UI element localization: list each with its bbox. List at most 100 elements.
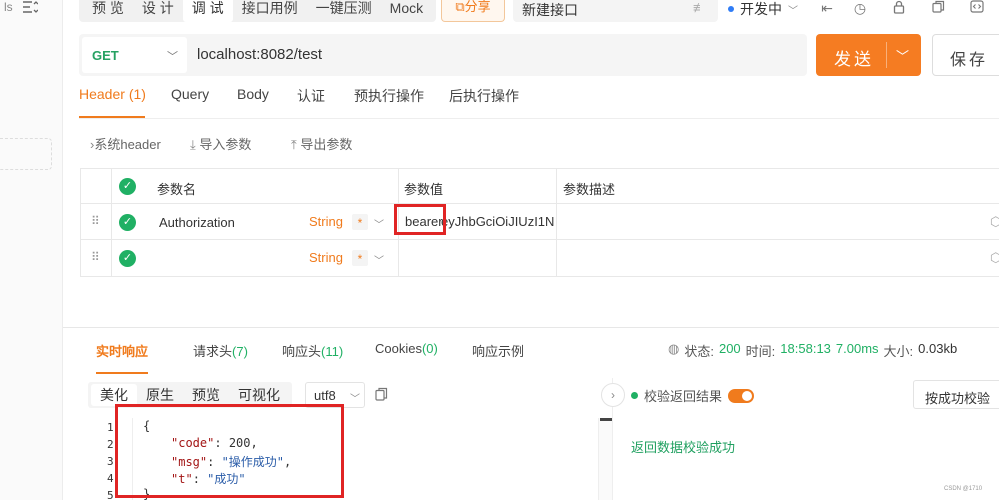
highlight-box <box>394 204 446 235</box>
view-raw[interactable]: 原生 <box>137 384 183 406</box>
tab-header-label: Header <box>79 86 125 102</box>
env-label: 开发中 <box>740 1 782 17</box>
collapse-panel-button[interactable]: › <box>601 383 625 407</box>
export-label: 导出参数 <box>300 137 353 152</box>
col-header-desc: 参数描述 <box>563 182 616 197</box>
view-visual[interactable]: 可视化 <box>229 384 289 406</box>
duplicate-icon[interactable] <box>929 0 947 16</box>
drag-handle-icon[interactable]: ⠿ <box>91 214 100 228</box>
size-label: 大小: <box>883 344 914 359</box>
row-enabled-checkbox[interactable]: ✓ <box>119 214 136 231</box>
validation-status-dot <box>631 392 638 399</box>
param-type[interactable]: String <box>309 214 343 229</box>
response-size: 0.03kb <box>918 341 958 356</box>
line-number: 2 <box>107 438 114 451</box>
table-row: ⠿ ✓ String * ﹀ ⬡ <box>81 240 999 276</box>
tab-request-headers-count: (7) <box>232 344 248 359</box>
response-divider <box>63 327 999 328</box>
cube-icon[interactable]: ⬡ <box>990 250 999 266</box>
method-select[interactable]: GET ﹀ <box>82 37 187 73</box>
validation-mode-select[interactable]: 按成功校验 <box>913 380 999 409</box>
status-code: 200 <box>718 341 741 356</box>
cube-icon[interactable]: ⬡ <box>990 214 999 230</box>
import-params-button[interactable]: ⤓ 导入参数 <box>190 134 251 153</box>
api-name-field[interactable]: 新建接口 ≢ <box>513 0 718 22</box>
tab-response-examples[interactable]: 响应示例 <box>472 341 524 360</box>
request-tabs: Header (1) Query Body 认证 预执行操作 后执行操作 <box>79 86 999 120</box>
view-preview[interactable]: 预览 <box>183 384 229 406</box>
edit-icon[interactable]: ≢ <box>693 0 706 15</box>
chevron-down-icon: ﹀ <box>350 394 360 405</box>
export-params-button[interactable]: ⤒ 导出参数 <box>291 134 352 153</box>
system-header-label: 系统header <box>94 137 161 152</box>
tab-pre-script[interactable]: 预执行操作 <box>354 86 424 106</box>
tab-query[interactable]: Query <box>171 86 209 102</box>
watermark: CSDN @1710 <box>944 486 983 492</box>
required-toggle[interactable]: * <box>352 214 368 230</box>
tab-request-headers[interactable]: 请求头(7) <box>193 341 248 360</box>
save-button[interactable]: 保存 <box>932 34 999 76</box>
chevron-down-icon: ﹀ <box>788 5 798 17</box>
validate-response-toggle-group: 校验返回结果 <box>631 386 755 405</box>
tab-auth[interactable]: 认证 <box>297 86 325 106</box>
filter-sort-icon[interactable] <box>22 0 40 18</box>
encoding-label: utf8 <box>314 388 336 403</box>
param-type[interactable]: String <box>309 250 343 265</box>
tab-design[interactable]: 设 计 <box>133 0 183 22</box>
response-body-code[interactable]: 1 { 2 "code": 200, 3 "msg": "操作成功", 4 "t… <box>88 404 600 500</box>
scrollbar-thumb[interactable] <box>600 418 612 421</box>
tab-post-script[interactable]: 后执行操作 <box>449 86 519 106</box>
tab-cookies-label: Cookies <box>375 341 422 356</box>
code-scrollbar[interactable] <box>598 418 612 500</box>
tab-load-test[interactable]: 一键压测 <box>307 0 381 22</box>
tab-body[interactable]: Body <box>237 86 269 102</box>
row-enabled-checkbox[interactable]: ✓ <box>119 250 136 267</box>
response-status-bar: ◍ 状态: 200 时间: 18:58:13 7.00ms 大小: 0.03kb <box>668 341 957 360</box>
app-root: ls 预 览 设 计 调 试 接口用例 一键压测 Mock ⧉分享 新建接口 ≢… <box>0 0 999 500</box>
tab-debug[interactable]: 调 试 <box>182 0 233 22</box>
send-button[interactable]: 发送 ﹀ <box>816 34 921 76</box>
param-name[interactable]: Authorization <box>159 215 235 230</box>
import-icon: ⤓ <box>190 137 196 152</box>
lock-icon[interactable] <box>890 0 908 16</box>
tab-api-cases[interactable]: 接口用例 <box>233 0 307 22</box>
chevron-down-icon[interactable]: ﹀ <box>374 252 384 267</box>
export-icon: ⤒ <box>291 137 297 152</box>
required-toggle[interactable]: * <box>352 250 368 266</box>
col-header-name: 参数名 <box>157 182 197 197</box>
indent-icon[interactable]: ⇤ <box>818 0 836 16</box>
sidebar-partial-text: ls <box>4 0 13 14</box>
tab-header[interactable]: Header (1) <box>79 86 146 102</box>
tab-cookies[interactable]: Cookies(0) <box>375 341 438 356</box>
select-all-checkbox[interactable]: ✓ <box>119 178 136 195</box>
system-header-toggle[interactable]: ›系统header <box>90 134 161 153</box>
response-duration: 7.00ms <box>835 341 879 356</box>
highlight-box <box>115 404 344 498</box>
left-sidebar: ls <box>0 0 63 500</box>
tab-mock[interactable]: Mock <box>381 0 432 22</box>
tab-response-headers[interactable]: 响应头(11) <box>282 341 343 360</box>
view-pretty[interactable]: 美化 <box>91 384 137 406</box>
tab-realtime-response[interactable]: 实时响应 <box>96 341 148 360</box>
time-label: 时间: <box>745 344 776 359</box>
url-input[interactable]: localhost:8082/test <box>197 46 322 63</box>
copy-icon[interactable] <box>375 387 389 403</box>
environment-select[interactable]: 开发中 ﹀ <box>728 0 798 18</box>
globe-icon[interactable]: ◍ <box>668 341 679 360</box>
drag-handle-icon[interactable]: ⠿ <box>91 250 100 264</box>
validation-toggle[interactable] <box>728 388 755 403</box>
method-label: GET <box>92 48 119 63</box>
table-row: ⠿ ✓ Authorization String * ﹀ bearer eyJh… <box>81 204 999 240</box>
code-view-icon[interactable] <box>968 0 986 16</box>
share-button[interactable]: ⧉分享 <box>441 0 505 22</box>
url-bar: GET ﹀ localhost:8082/test <box>79 34 807 76</box>
tab-response-headers-count: (11) <box>321 344 344 359</box>
history-clock-icon[interactable]: ◷ <box>851 0 869 16</box>
line-number: 3 <box>107 455 114 468</box>
line-number: 4 <box>107 472 114 485</box>
tab-preview[interactable]: 预 览 <box>83 0 133 22</box>
chevron-down-icon[interactable]: ﹀ <box>374 216 384 231</box>
mode-tabs: 预 览 设 计 调 试 接口用例 一键压测 Mock <box>79 0 437 22</box>
send-options-chevron-icon[interactable]: ﹀ <box>896 46 909 65</box>
param-value[interactable]: eyJhbGciOiJIUzI1N <box>441 214 554 229</box>
